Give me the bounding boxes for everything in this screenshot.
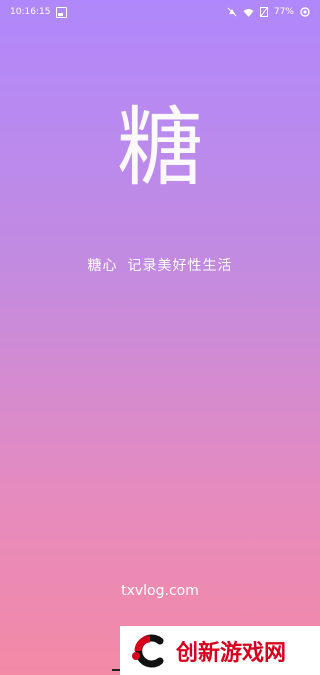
watermark-text: 创新游戏网	[176, 640, 287, 666]
battery-percent: 77%	[273, 7, 294, 17]
brand-name: 糖心	[87, 258, 118, 274]
sim-icon	[259, 7, 268, 17]
tagline: 糖心 记录美好性生活	[0, 255, 320, 275]
website-domain: txvlog.com	[121, 583, 199, 599]
status-bar: 10:16:15 77%	[0, 0, 320, 24]
logo-character: 糖	[117, 98, 203, 198]
app-logo: 糖	[0, 105, 320, 191]
navigation-bar	[0, 667, 320, 675]
slogan-text: 记录美好性生活	[127, 258, 233, 274]
watermark-logo-icon	[130, 631, 170, 671]
status-left: 10:16:15	[10, 6, 68, 18]
gallery-notification-icon	[56, 6, 68, 18]
wifi-icon	[243, 8, 254, 17]
status-time: 10:16:15	[10, 7, 51, 17]
status-right: 77%	[227, 7, 310, 17]
battery-saver-icon	[300, 7, 310, 17]
do-not-disturb-icon	[227, 7, 237, 17]
home-indicator[interactable]	[112, 669, 120, 671]
